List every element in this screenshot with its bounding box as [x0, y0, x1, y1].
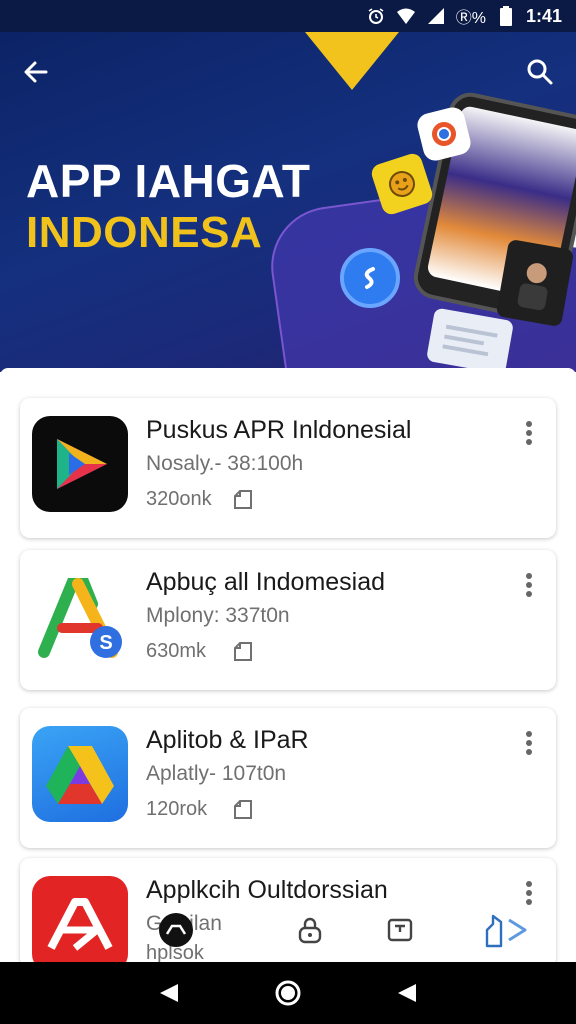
app-size: 120rok: [146, 798, 208, 820]
battery-icon: [496, 6, 516, 26]
yellow-triangle-decoration: [305, 32, 399, 90]
signal-icon: [426, 6, 446, 26]
status-bar: Ⓡ% 1:41: [0, 0, 576, 32]
lock-tab-icon[interactable]: [290, 910, 330, 950]
app-name: Puskus APR Inldonesial: [146, 416, 412, 444]
app-subtitle: Aplatly- 107t0n: [146, 762, 287, 785]
app-name: Applkcih Oultdorssian: [146, 876, 388, 904]
back-arrow-icon: [23, 59, 49, 90]
clock-time: 1:41: [525, 5, 562, 26]
more-vert-icon: [525, 420, 533, 451]
hero-title-line1: APP IAHGAT: [26, 155, 311, 207]
colorful-play-triangle-icon: [32, 416, 128, 512]
home-tab-icon[interactable]: [156, 910, 196, 950]
more-options-button[interactable]: [518, 420, 540, 450]
more-options-button[interactable]: [518, 730, 540, 760]
download-icon[interactable]: [232, 488, 254, 510]
red-abstract-logo-icon: [32, 876, 128, 972]
floating-app-icon-shazam: [340, 248, 400, 308]
download-icon[interactable]: [232, 640, 254, 662]
list-item[interactable]: Puskus APR Inldonesial Nosaly.- 38:100h …: [20, 398, 556, 538]
svg-text:S: S: [99, 632, 112, 654]
app-name: Aplitob & IPaR: [146, 726, 309, 754]
hero-title-line2: INDONESA: [26, 208, 263, 257]
floating-photo-card: [495, 238, 575, 328]
home-circle-icon[interactable]: [270, 975, 306, 1011]
more-options-button[interactable]: [518, 572, 540, 602]
more-vert-icon: [525, 572, 533, 603]
inbox-tab-icon[interactable]: [380, 910, 420, 950]
back-button[interactable]: [18, 56, 54, 92]
recents-triangle-icon[interactable]: [389, 975, 425, 1011]
search-button[interactable]: [522, 56, 558, 92]
search-icon: [526, 58, 554, 91]
app-list: Puskus APR Inldonesial Nosaly.- 38:100h …: [0, 368, 576, 972]
share-tab-icon[interactable]: [480, 910, 530, 950]
app-subtitle: Nosaly.- 38:100h: [146, 452, 304, 475]
wifi-icon: [396, 6, 416, 26]
letter-a-s-badge-icon: S: [32, 568, 128, 664]
app-subtitle: Mplony: 337t0n: [146, 604, 290, 627]
app-size: 320onk: [146, 488, 212, 510]
download-icon[interactable]: [232, 798, 254, 820]
system-nav-bar: [0, 962, 576, 1024]
alarm-icon: [366, 6, 386, 26]
back-triangle-icon[interactable]: [151, 975, 187, 1011]
list-item[interactable]: Aplitob & IPaR Aplatly- 107t0n 120rok: [20, 708, 556, 848]
hero-banner: APP IAHGAT INDONESA: [0, 32, 576, 372]
app-size: 630mk: [146, 640, 207, 662]
more-vert-icon: [525, 730, 533, 761]
drive-triangle-icon: [32, 726, 128, 822]
bottom-tab-bar: [150, 906, 550, 956]
battery-percent-text: Ⓡ%: [455, 10, 486, 27]
app-name: Apbuç all Indomesiad: [146, 568, 386, 596]
list-item[interactable]: S Apbuç all Indomesiad Mplony: 337t0n 63…: [20, 550, 556, 690]
